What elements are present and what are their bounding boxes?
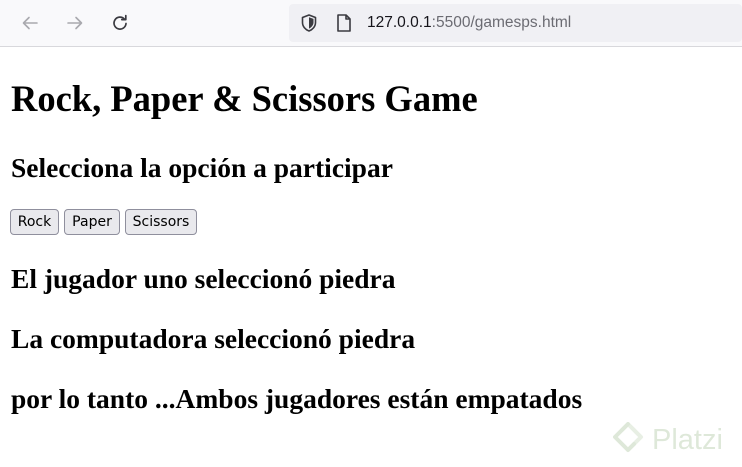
- platzi-watermark: Platzi: [612, 420, 737, 460]
- shield-icon[interactable]: [299, 13, 319, 33]
- back-arrow-icon: [22, 16, 38, 30]
- player-choice-text: El jugador uno seleccionó piedra: [11, 263, 396, 294]
- page-title: Rock, Paper & Scissors Game: [11, 78, 478, 119]
- forward-arrow-icon: [67, 16, 83, 30]
- address-bar[interactable]: 127.0.0.1:5500/gamesps.html: [289, 4, 742, 42]
- result-text: por lo tanto ...Ambos jugadores están em…: [11, 383, 583, 414]
- watermark-text: Platzi: [652, 424, 723, 456]
- rock-button[interactable]: Rock: [10, 209, 59, 235]
- url-text[interactable]: 127.0.0.1:5500/gamesps.html: [367, 14, 571, 32]
- reload-button[interactable]: [106, 9, 134, 37]
- forward-button[interactable]: [61, 9, 89, 37]
- paper-button[interactable]: Paper: [64, 209, 120, 235]
- computer-choice-text: La computadora seleccionó piedra: [11, 323, 416, 354]
- page-subtitle: Selecciona la opción a participar: [11, 152, 393, 183]
- url-path: :5500/gamesps.html: [431, 14, 572, 31]
- reload-icon: [113, 14, 127, 30]
- scissors-button[interactable]: Scissors: [125, 209, 197, 235]
- url-host: 127.0.0.1: [367, 14, 432, 31]
- browser-toolbar: 127.0.0.1:5500/gamesps.html: [0, 0, 742, 47]
- back-button[interactable]: [16, 9, 44, 37]
- page-icon[interactable]: [335, 13, 353, 33]
- platzi-logo-icon: [613, 422, 643, 452]
